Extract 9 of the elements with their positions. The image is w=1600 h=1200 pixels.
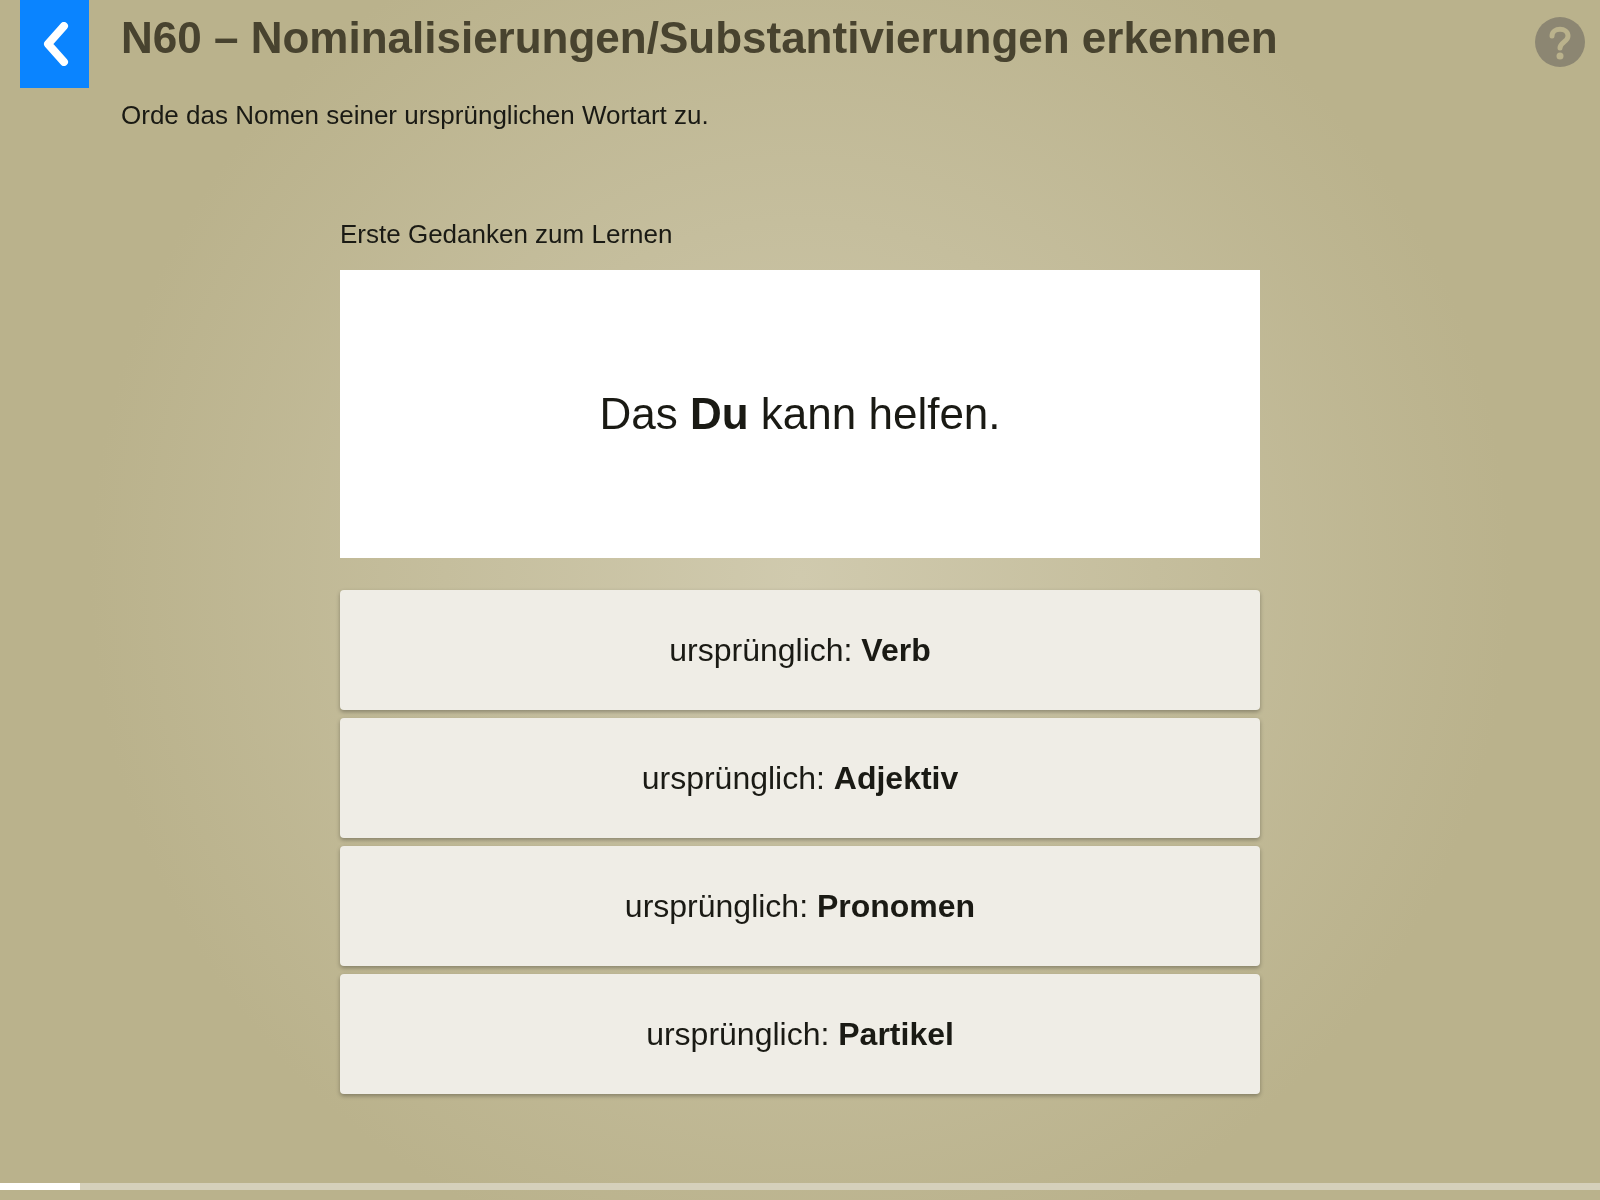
page-title: N60 – Nominalisierungen/Substantivierungen erkennen: [121, 12, 1279, 64]
answer-option[interactable]: ursprünglich: Verb: [340, 590, 1260, 710]
answer-option[interactable]: ursprünglich: Adjektiv: [340, 718, 1260, 838]
back-button[interactable]: [20, 0, 89, 88]
instruction-text: Orde das Nomen seiner ursprünglichen Wortart zu.: [121, 99, 710, 132]
answer-option[interactable]: ursprünglich: Pronomen: [340, 846, 1260, 966]
sentence-text: Das Du kann helfen.: [599, 388, 1001, 440]
task-label: Erste Gedanken zum Lernen: [340, 218, 674, 251]
answer-option[interactable]: ursprünglich: Partikel: [340, 974, 1260, 1094]
